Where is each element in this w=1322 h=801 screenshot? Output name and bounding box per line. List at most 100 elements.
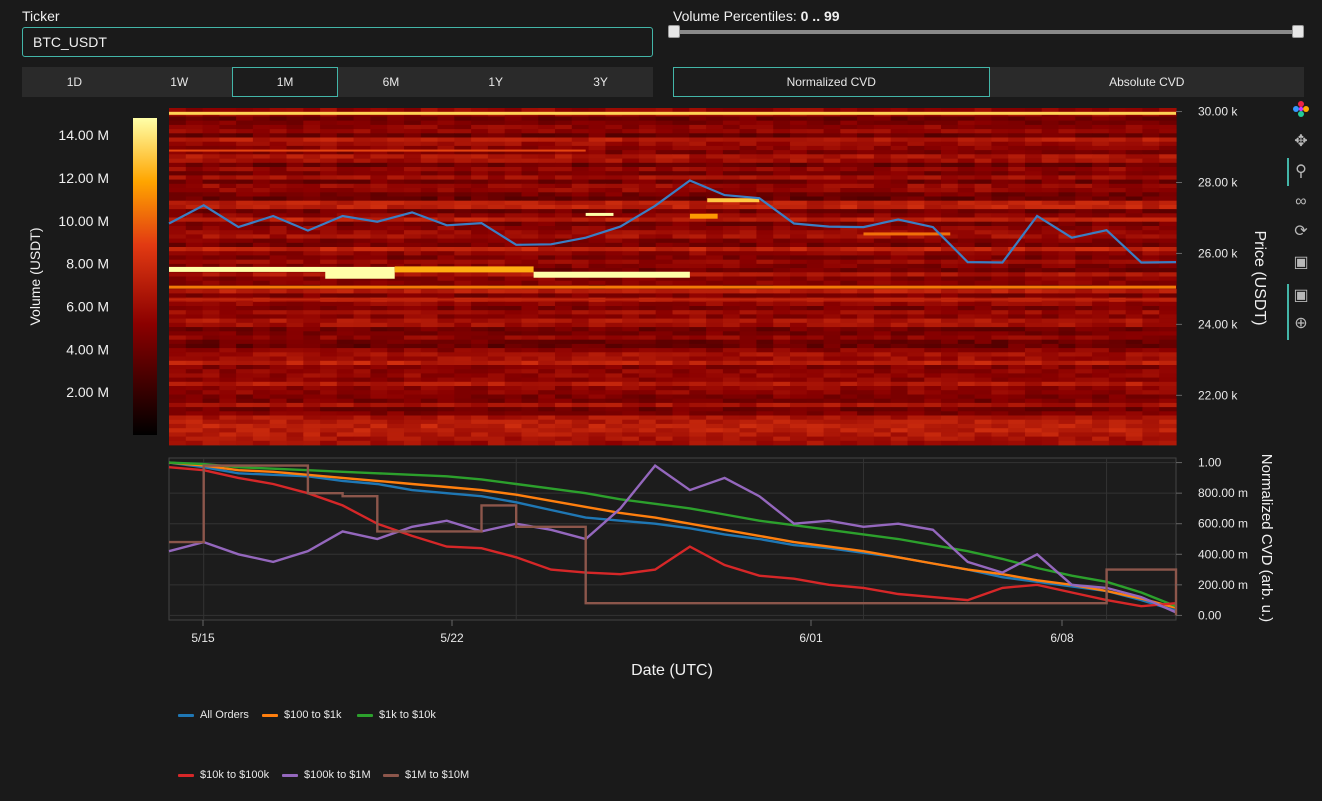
heatmap-cell [504, 204, 523, 210]
range-button-1d[interactable]: 1D [22, 67, 127, 97]
heatmap-cell [1142, 158, 1160, 164]
heatmap-cell [320, 419, 338, 425]
heatmap-cell [1025, 116, 1043, 121]
heatmap-cell [353, 192, 371, 197]
heatmap-cell [1092, 423, 1110, 429]
heatmap-cell [303, 158, 321, 164]
download-icon[interactable]: ▣ [1291, 253, 1311, 273]
heatmap-cell [303, 209, 321, 214]
heatmap-cell [487, 331, 506, 336]
heatmap-cell [538, 263, 556, 269]
legend-item[interactable]: $1M to $10M [383, 769, 469, 781]
heatmap-cell [454, 183, 472, 189]
heatmap-cell [487, 386, 506, 391]
heatmap-cell [739, 124, 757, 130]
heatmap-cell [1108, 120, 1127, 126]
heatmap-cell [588, 171, 606, 176]
heatmap-cell [169, 343, 187, 349]
absolute-cvd-button[interactable]: Absolute CVD [990, 67, 1305, 97]
heatmap-cell [823, 133, 841, 138]
heatmap-cell [588, 192, 606, 197]
heatmap-cell [521, 394, 539, 400]
comment-icon[interactable]: ▣ [1291, 286, 1311, 306]
volume-percentiles-slider-track[interactable] [675, 30, 1299, 34]
heatmap-cell [185, 436, 204, 442]
heatmap-cell [269, 339, 288, 345]
heatmap-cell [521, 124, 539, 130]
heatmap-cell [790, 200, 808, 206]
heatmap-cell [1058, 301, 1076, 307]
heatmap-cell [756, 318, 774, 324]
heatmap-cell [404, 251, 422, 256]
heatmap-cell [320, 365, 338, 370]
heatmap-cell [773, 356, 791, 362]
heatmap-cell [706, 407, 724, 412]
heatmap-cell [202, 289, 220, 294]
heatmap-cell [857, 133, 875, 138]
heatmap-cell [1008, 343, 1026, 349]
heatmap-cell [1125, 175, 1144, 180]
heatmap-cell [1075, 310, 1093, 315]
plotly-logo-icon[interactable] [1291, 100, 1311, 120]
range-button-1m[interactable]: 1M [231, 67, 339, 97]
heatmap-cell [454, 356, 472, 362]
legend-item[interactable]: $1k to $10k [357, 709, 436, 721]
heatmap-cell [353, 247, 371, 252]
heatmap-cell [722, 306, 741, 311]
slider-max-handle[interactable] [1292, 25, 1304, 38]
cvd-chart[interactable] [168, 457, 1178, 621]
heatmap-cell [202, 335, 220, 341]
heatmap-cell [269, 314, 288, 319]
heatmap[interactable] [168, 108, 1177, 446]
heatmap-cell [1108, 390, 1127, 395]
range-button-1w[interactable]: 1W [127, 67, 232, 97]
heatmap-cell [924, 179, 942, 185]
heatmap-cell [320, 158, 338, 164]
legend-item[interactable]: $100 to $1k [262, 709, 342, 721]
heatmap-cell [1041, 137, 1060, 143]
lasso-icon[interactable]: ∞ [1291, 192, 1311, 212]
heatmap-cell [1108, 255, 1127, 260]
heatmap-cell [1092, 251, 1110, 256]
heatmap-cell [991, 272, 1009, 277]
heatmap-cell [722, 145, 741, 151]
heatmap-cell [420, 129, 439, 134]
slider-min-handle[interactable] [668, 25, 680, 38]
heatmap-cell [420, 318, 439, 324]
heatmap-cell [269, 124, 288, 130]
heatmap-cell [857, 116, 875, 121]
zoom-icon[interactable]: ⚲ [1291, 162, 1311, 182]
heatmap-cell [269, 360, 288, 366]
heatmap-cell [1092, 314, 1110, 319]
range-button-6m[interactable]: 6M [338, 67, 443, 97]
heatmap-cell [706, 116, 724, 121]
heatmap-cell [873, 423, 892, 429]
ticker-input[interactable] [22, 27, 653, 57]
heatmap-cell [1008, 318, 1026, 324]
heatmap-cell [269, 230, 288, 235]
reset-icon[interactable]: ⟳ [1291, 222, 1311, 242]
heatmap-cell [219, 381, 237, 387]
heatmap-cell [571, 124, 590, 130]
heatmap-cell [286, 154, 304, 159]
heatmap-cell [252, 141, 271, 147]
heatmap-cell [773, 251, 791, 256]
heatmap-cell [890, 259, 909, 265]
normalized-cvd-button[interactable]: Normalized CVD [673, 67, 990, 97]
heatmap-cell [521, 137, 539, 143]
heatmap-cell [538, 331, 556, 336]
legend-item[interactable]: All Orders [178, 709, 249, 721]
heatmap-cell [689, 200, 707, 206]
heatmap-cell [1041, 234, 1060, 239]
legend-item[interactable]: $10k to $100k [178, 769, 269, 781]
legend-item[interactable]: $100k to $1M [282, 769, 371, 781]
heatmap-cell [1058, 179, 1076, 185]
heatmap-cell [756, 209, 774, 214]
pan-icon[interactable]: ✥ [1291, 132, 1311, 152]
heatmap-cell [320, 436, 338, 442]
range-button-1y[interactable]: 1Y [443, 67, 548, 97]
crosshair-icon[interactable]: ⊕ [1291, 314, 1311, 334]
heatmap-cell [638, 318, 657, 324]
range-button-3y[interactable]: 3Y [548, 67, 653, 97]
heatmap-cell [1041, 200, 1060, 206]
